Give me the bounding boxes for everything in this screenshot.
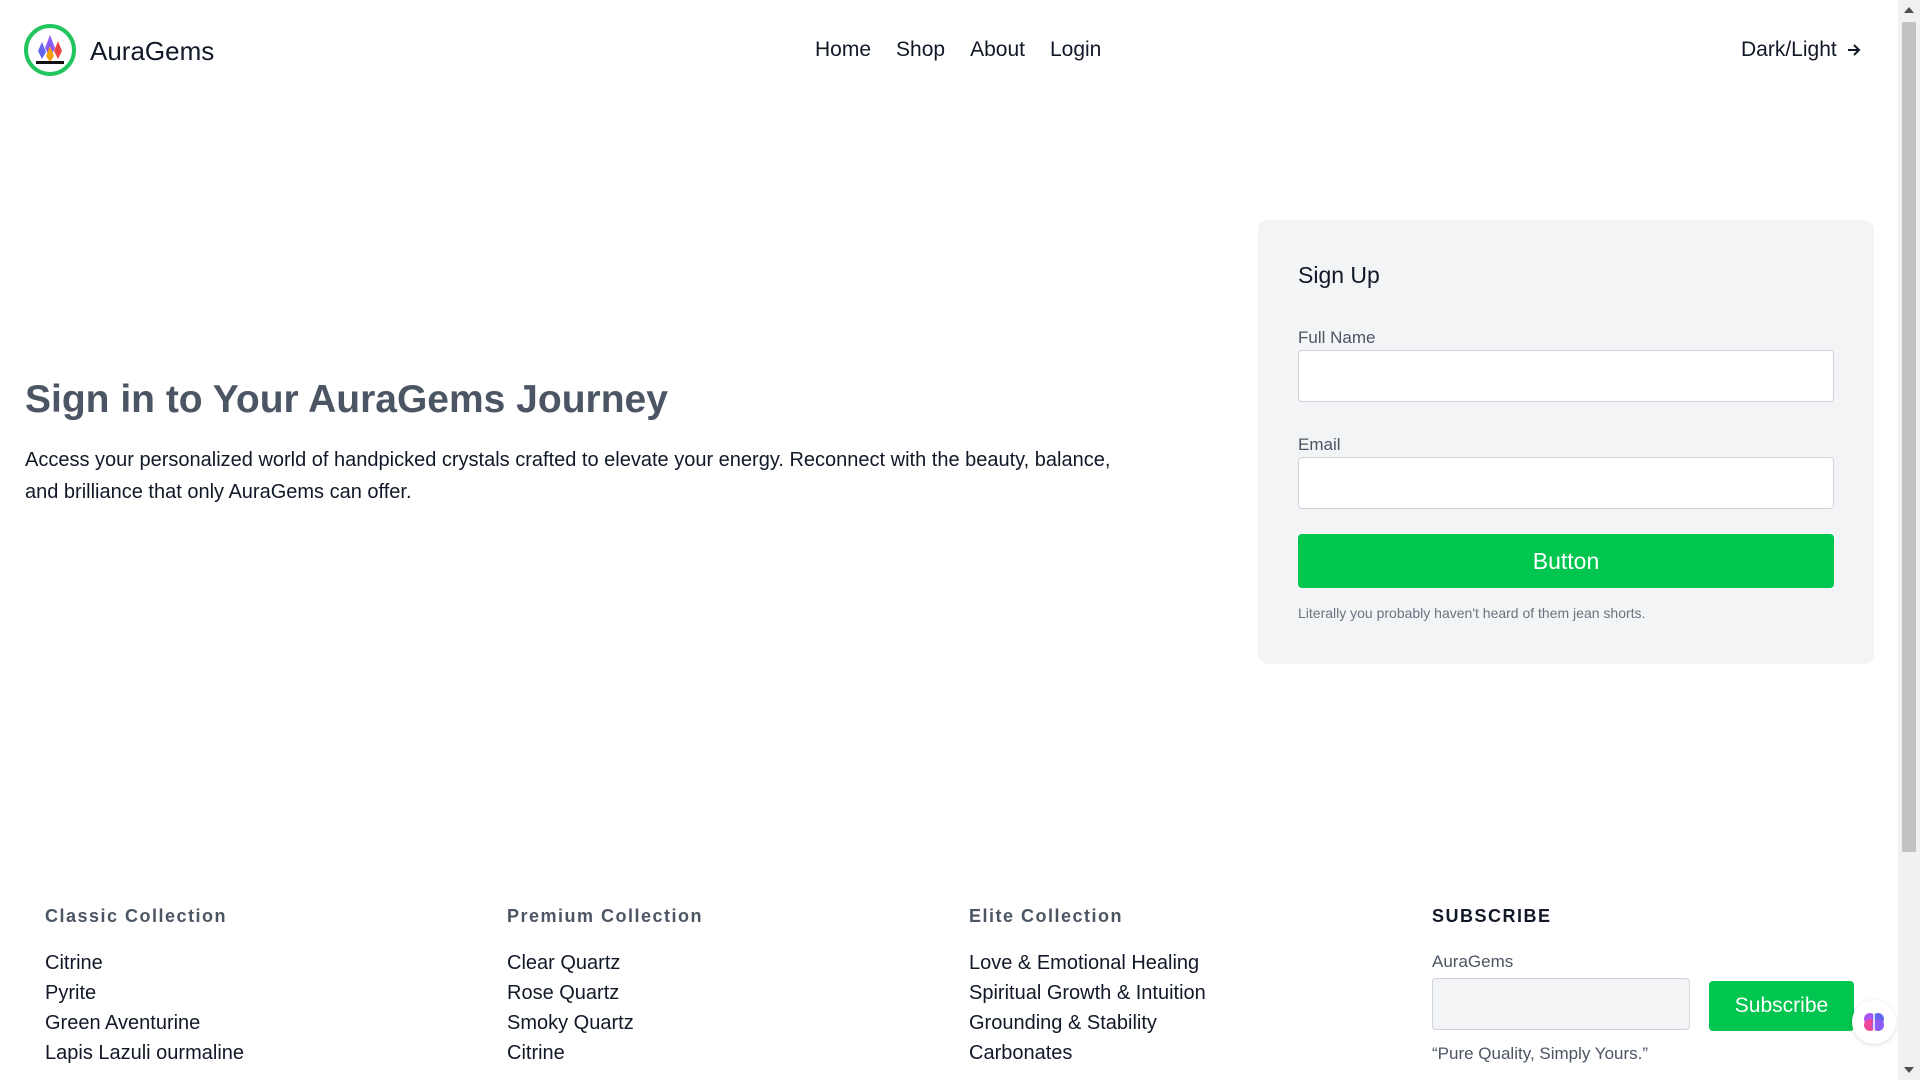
full-name-input[interactable] xyxy=(1298,350,1834,402)
site-header: AuraGems Home Shop About Login Dark/Ligh… xyxy=(0,0,1898,102)
footer-link[interactable]: Pyrite xyxy=(45,978,244,1008)
footer-link[interactable]: Lapis Lazuli ourmaline xyxy=(45,1038,244,1068)
footer-tagline: “Pure Quality, Simply Yours.” xyxy=(1432,1044,1649,1063)
footer-link[interactable]: Smoky Quartz xyxy=(507,1008,703,1038)
signup-card: Sign Up Full Name Email Button Literally… xyxy=(1258,220,1874,664)
footer-subscribe: SUBSCRIBE xyxy=(1432,906,1552,928)
subscribe-button[interactable]: Subscribe xyxy=(1709,981,1854,1031)
signup-note: Literally you probably haven't heard of … xyxy=(1298,605,1646,621)
brain-icon[interactable] xyxy=(1852,1000,1896,1044)
footer-link[interactable]: Green Aventurine xyxy=(45,1008,244,1038)
footer-link[interactable]: Spiritual Growth & Intuition xyxy=(969,978,1206,1008)
footer-premium-collection: Premium Collection Clear Quartz Rose Qua… xyxy=(507,906,703,1068)
footer-link[interactable]: Citrine xyxy=(507,1038,703,1068)
subscribe-label: AuraGems xyxy=(1432,952,1514,971)
subscribe-heading: SUBSCRIBE xyxy=(1432,906,1552,926)
hero-description: Access your personalized world of handpi… xyxy=(25,449,1111,503)
nav-home-link[interactable]: Home xyxy=(815,38,871,62)
full-name-label: Full Name xyxy=(1298,328,1376,347)
email-input[interactable] xyxy=(1298,457,1834,509)
scroll-down-icon[interactable] xyxy=(1898,1060,1920,1080)
signup-button[interactable]: Button xyxy=(1298,534,1834,588)
crystal-logo-icon[interactable] xyxy=(24,24,76,76)
scroll-up-icon[interactable] xyxy=(1898,0,1920,20)
footer-classic-collection: Classic Collection Citrine Pyrite Green … xyxy=(45,906,244,1068)
theme-toggle-button[interactable]: Dark/Light xyxy=(1741,38,1863,62)
footer-heading: Classic Collection xyxy=(45,906,228,926)
footer-heading: Premium Collection xyxy=(507,906,704,926)
nav-about-link[interactable]: About xyxy=(970,38,1025,62)
email-label: Email xyxy=(1298,435,1341,454)
signup-title: Sign Up xyxy=(1298,262,1380,288)
main-nav: Home Shop About Login xyxy=(815,38,1101,62)
scrollbar-thumb[interactable] xyxy=(1902,22,1916,852)
arrow-right-icon xyxy=(1847,44,1861,56)
footer-link[interactable]: Carbonates xyxy=(969,1038,1206,1068)
theme-toggle-label: Dark/Light xyxy=(1741,38,1837,61)
vertical-scrollbar[interactable] xyxy=(1898,0,1920,1080)
brand-name[interactable]: AuraGems xyxy=(90,36,214,67)
hero-title: Sign in to Your AuraGems Journey xyxy=(25,378,668,421)
footer-heading: Elite Collection xyxy=(969,906,1124,926)
footer-link[interactable]: Love & Emotional Healing xyxy=(969,948,1206,978)
nav-shop-link[interactable]: Shop xyxy=(896,38,945,62)
footer-link[interactable]: Citrine xyxy=(45,948,244,978)
nav-login-link[interactable]: Login xyxy=(1050,38,1101,62)
footer-link[interactable]: Grounding & Stability xyxy=(969,1008,1206,1038)
subscribe-input[interactable] xyxy=(1432,978,1690,1030)
footer-elite-collection: Elite Collection Love & Emotional Healin… xyxy=(969,906,1206,1068)
footer-link[interactable]: Rose Quartz xyxy=(507,978,703,1008)
footer-link[interactable]: Clear Quartz xyxy=(507,948,703,978)
